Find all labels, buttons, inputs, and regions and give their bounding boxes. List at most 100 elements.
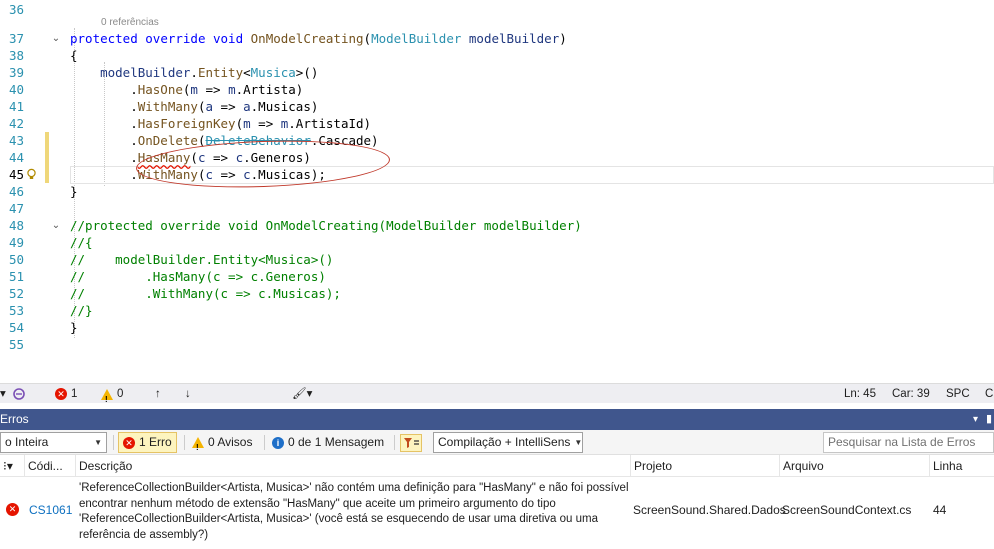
code-token: .	[70, 150, 138, 165]
whitespace-mode[interactable]: SPC	[946, 384, 970, 404]
line-number: 55	[8, 337, 24, 352]
code-token: .Artista)	[235, 82, 304, 97]
fold-toggle-icon[interactable]: ⌄	[50, 217, 62, 234]
error-list-header: ⁝▾ Códi... Descrição Projeto Arquivo Lin…	[0, 455, 994, 477]
error-icon: ✕	[123, 436, 135, 449]
code-token: .	[70, 116, 138, 131]
warnings-filter-button[interactable]: 0 Avisos	[192, 432, 252, 457]
divider	[394, 435, 395, 450]
code-line[interactable]: 42 .HasForeignKey(m => m.ArtistaId)	[0, 115, 994, 132]
errors-filter-button[interactable]: ✕ 1 Erro	[118, 432, 177, 453]
filter-icon[interactable]	[400, 432, 422, 453]
code-line[interactable]: 39 modelBuilder.Entity<Musica>()	[0, 64, 994, 81]
divider	[113, 435, 114, 450]
build-source-dropdown[interactable]: Compilação + IntelliSens ▼	[433, 432, 583, 453]
code-token: modelBuilder	[468, 31, 560, 46]
table-row[interactable]: ✕ CS1061 'ReferenceCollectionBuilder<Art…	[0, 477, 994, 549]
code-line[interactable]: 50 // modelBuilder.Entity<Musica>()	[0, 251, 994, 268]
error-code-link[interactable]: CS1061	[29, 503, 72, 517]
code-line[interactable]: 54}	[0, 319, 994, 336]
code-token: HasOne	[137, 82, 183, 97]
column-description[interactable]: Descrição	[75, 455, 630, 477]
code-text: //protected override void OnModelCreatin…	[70, 217, 582, 234]
warning-icon	[192, 437, 204, 457]
search-input[interactable]: Pesquisar na Lista de Erros	[823, 432, 994, 453]
code-text: }	[70, 319, 78, 336]
pin-icon[interactable]: ▾	[973, 409, 978, 430]
sort-icon[interactable]: ⁝▾	[0, 455, 24, 477]
codelens-references[interactable]: 0 referências	[101, 17, 159, 28]
code-text: .HasOne(m => m.Artista)	[70, 81, 303, 98]
line-number: 43	[8, 133, 24, 148]
error-count[interactable]: ✕ 1	[55, 384, 77, 404]
column-project[interactable]: Projeto	[630, 455, 779, 477]
line-number: 48	[8, 218, 24, 233]
code-token: override	[145, 31, 213, 46]
code-line[interactable]: 51 // .HasMany(c => c.Generos)	[0, 268, 994, 285]
code-line[interactable]: 38 {	[0, 47, 994, 64]
error-description: 'ReferenceCollectionBuilder<Artista, Mus…	[79, 482, 629, 541]
line-number: 36	[8, 2, 24, 17]
code-token: protected	[70, 31, 146, 46]
code-token: {	[70, 48, 78, 63]
next-down-arrow-icon[interactable]: ↓	[185, 384, 191, 404]
line-number: 38	[8, 48, 24, 63]
warning-icon	[101, 388, 113, 410]
line-number: 40	[8, 82, 24, 97]
divider	[264, 435, 265, 450]
error-project: ScreenSound.Shared.Dados	[633, 503, 786, 517]
code-text: {	[70, 47, 78, 64]
column-file[interactable]: Arquivo	[779, 455, 929, 477]
code-line[interactable]: 47	[0, 200, 994, 217]
code-line[interactable]: 46}	[0, 183, 994, 200]
code-token: Entity	[197, 65, 244, 80]
line-number: 47	[8, 201, 24, 216]
health-icon[interactable]	[12, 384, 26, 404]
code-token: >()	[295, 65, 319, 80]
code-line[interactable]: 53 //}	[0, 302, 994, 319]
line-number: 49	[8, 235, 24, 250]
line-number: 46	[8, 184, 24, 199]
error-icon: ✕	[6, 503, 19, 516]
brush-icon[interactable]: 🖌▾	[292, 384, 312, 404]
line-ending[interactable]: CR	[985, 384, 994, 404]
code-token: // .HasMany(c => c.Generos)	[70, 269, 326, 284]
code-token: }	[70, 184, 78, 199]
line-number: 53	[8, 303, 24, 318]
dropdown-caret-icon[interactable]: ▾	[0, 384, 6, 404]
code-token: // .WithMany(c => c.Musicas);	[70, 286, 341, 301]
code-line[interactable]: 55	[0, 336, 994, 353]
code-token: .	[70, 99, 138, 114]
line-number: 51	[8, 269, 24, 284]
code-editor[interactable]: 0 referências 36 37 protected override voi…	[0, 0, 994, 383]
column-code[interactable]: Códi...	[24, 455, 75, 477]
scope-dropdown[interactable]: o Inteira ▼	[0, 432, 107, 453]
code-token: m	[190, 82, 198, 97]
column-line[interactable]: Linha	[929, 455, 994, 477]
code-line[interactable]: 37 protected override void OnModelCreatin…	[0, 30, 994, 47]
line-number: 44	[8, 150, 24, 165]
code-text: //}	[70, 302, 93, 319]
lightbulb-icon[interactable]	[25, 168, 38, 181]
error-file: ScreenSoundContext.cs	[782, 503, 912, 517]
prev-up-arrow-icon[interactable]: ↑	[155, 384, 161, 404]
code-line[interactable]: 49 //{	[0, 234, 994, 251]
code-token: )	[559, 31, 567, 46]
code-line[interactable]: 52 // .WithMany(c => c.Musicas);	[0, 285, 994, 302]
warning-count[interactable]: 0	[101, 384, 123, 410]
messages-filter-button[interactable]: i 0 de 1 Mensagem	[272, 432, 384, 453]
line-number: 54	[8, 320, 24, 335]
code-line[interactable]: 41 .WithMany(a => a.Musicas)	[0, 98, 994, 115]
code-line[interactable]: 36	[0, 1, 994, 18]
close-icon[interactable]: ▮	[986, 409, 992, 430]
column-position: Car: 39	[892, 388, 930, 400]
code-line[interactable]: 43 .OnDelete(DeleteBehavior.Cascade)	[0, 132, 994, 149]
code-token: m	[228, 82, 236, 97]
code-token: HasForeignKey	[137, 116, 236, 131]
info-icon: i	[272, 436, 284, 449]
code-line[interactable]: 48 //protected override void OnModelCreat…	[0, 217, 994, 234]
code-line[interactable]: 40 .HasOne(m => m.Artista)	[0, 81, 994, 98]
code-token: <	[243, 65, 251, 80]
fold-toggle-icon[interactable]: ⌄	[50, 30, 62, 47]
code-token: .ArtistaId)	[288, 116, 372, 131]
